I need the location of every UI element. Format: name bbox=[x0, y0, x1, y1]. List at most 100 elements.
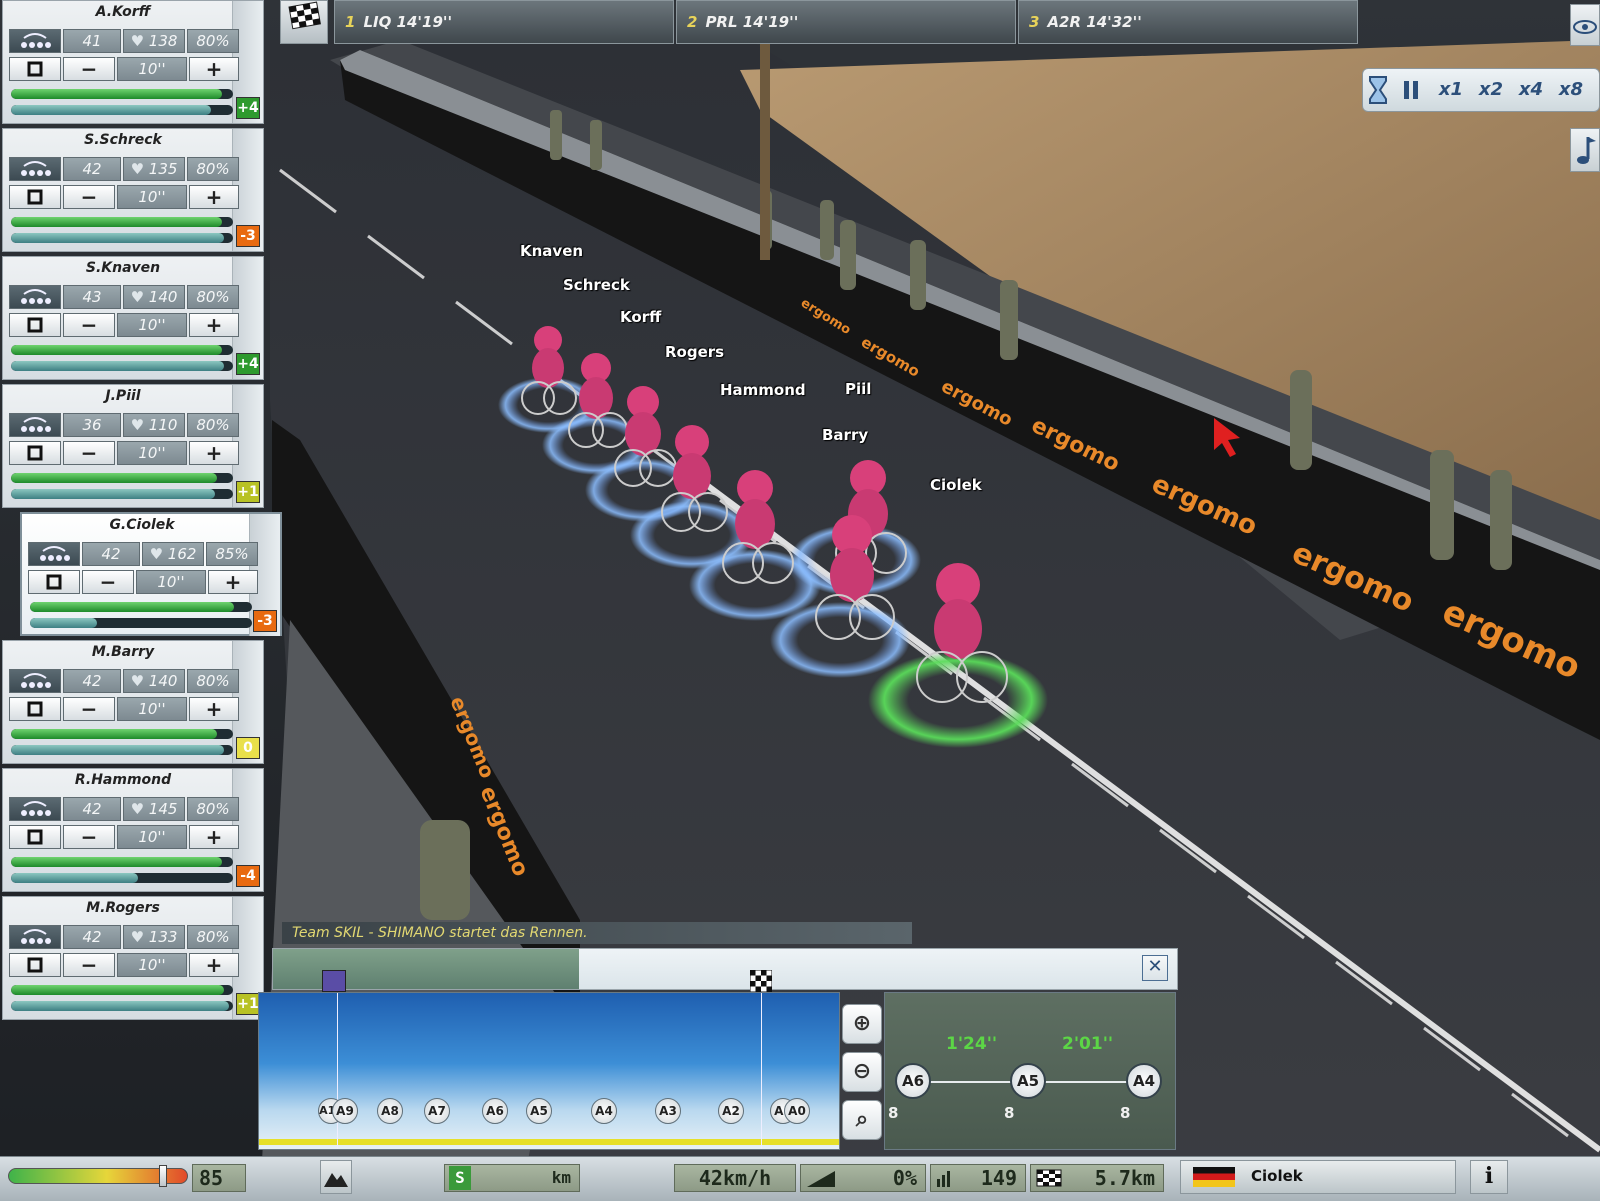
stage-profile-graph[interactable] bbox=[258, 992, 840, 1150]
team-formation-icon bbox=[21, 673, 51, 688]
rider-label-schreck: Schreck bbox=[563, 276, 630, 294]
checkpoint-a8[interactable]: A8 bbox=[377, 1098, 403, 1124]
heart-rate-cell: ♥ 140 bbox=[123, 285, 185, 309]
increase-button[interactable]: + bbox=[189, 57, 239, 81]
speed-x1-button[interactable]: x1 bbox=[1432, 70, 1470, 110]
checkpoint-a3[interactable]: A3 bbox=[655, 1098, 681, 1124]
pause-button[interactable] bbox=[1392, 70, 1430, 110]
form-badge: +1 bbox=[236, 993, 260, 1015]
speed-x8-button[interactable]: x8 bbox=[1552, 70, 1590, 110]
checkpoint-a7[interactable]: A7 bbox=[424, 1098, 450, 1124]
formation-button[interactable] bbox=[9, 157, 61, 181]
heart-rate-cell: ♥ 110 bbox=[123, 413, 185, 437]
percent-icon: % bbox=[215, 416, 230, 434]
speed-x2-button[interactable]: x2 bbox=[1472, 70, 1510, 110]
formation-button[interactable] bbox=[9, 413, 61, 437]
effort-cell: 80% bbox=[187, 157, 239, 181]
gap-node-a4[interactable]: A4 bbox=[1126, 1063, 1162, 1099]
stamina-bar-fill bbox=[11, 473, 218, 483]
formation-button[interactable] bbox=[9, 925, 61, 949]
decrease-button[interactable]: − bbox=[82, 570, 134, 594]
rider-stat-value: 42 bbox=[63, 925, 121, 949]
rider-card[interactable]: G.Ciolek 42 ♥ 162 85% −10'' + -3 bbox=[20, 512, 282, 636]
minus-icon: − bbox=[80, 57, 98, 81]
decrease-button[interactable]: − bbox=[63, 441, 115, 465]
profile-tab-active[interactable] bbox=[273, 949, 579, 989]
standing-3: 3 A2R 14'32'' bbox=[1018, 0, 1358, 44]
rider-card[interactable]: M.Rogers 42 ♥ 133 80% −10'' + +1 bbox=[2, 896, 264, 1020]
finish-flag-button[interactable] bbox=[280, 0, 328, 44]
zoom-reset-button[interactable]: ⌕ bbox=[842, 1100, 882, 1140]
increase-button[interactable]: + bbox=[189, 441, 239, 465]
energy-bar bbox=[11, 361, 233, 371]
rider-name: A.Korff bbox=[95, 4, 151, 20]
info-button[interactable]: i bbox=[1470, 1160, 1508, 1194]
gap-node-a5[interactable]: A5 bbox=[1010, 1063, 1046, 1099]
rider-card[interactable]: S.Schreck 42 ♥ 135 80% −10'' + -3 bbox=[2, 128, 264, 252]
effort-slider[interactable] bbox=[8, 1165, 188, 1187]
energy-bar-fill bbox=[11, 105, 211, 115]
checkpoint-a4[interactable]: A4 bbox=[591, 1098, 617, 1124]
decrease-button[interactable]: − bbox=[63, 57, 115, 81]
formation-button[interactable] bbox=[28, 542, 80, 566]
rider-label-barry: Barry bbox=[822, 426, 869, 444]
rider-card[interactable]: J.Piil 36 ♥ 110 80% −10'' + +1 bbox=[2, 384, 264, 508]
increase-button[interactable]: + bbox=[189, 825, 239, 849]
rider-name: S.Schreck bbox=[84, 132, 162, 148]
decrease-button[interactable]: − bbox=[63, 185, 115, 209]
stop-button[interactable] bbox=[9, 953, 61, 977]
elevation-view-button[interactable] bbox=[320, 1160, 352, 1194]
germany-flag-icon bbox=[1193, 1167, 1235, 1187]
checkpoint-a6[interactable]: A6 bbox=[482, 1098, 508, 1124]
rider-card[interactable]: R.Hammond 42 ♥ 145 80% −10'' + -4 bbox=[2, 768, 264, 892]
rider-card[interactable]: M.Barry 42 ♥ 140 80% −10'' +0 bbox=[2, 640, 264, 764]
gap-node-a6[interactable]: A6 bbox=[895, 1063, 931, 1099]
formation-button[interactable] bbox=[9, 29, 61, 53]
rider-label-ciolek: Ciolek bbox=[930, 476, 982, 494]
stop-button[interactable] bbox=[9, 697, 61, 721]
stop-button[interactable] bbox=[9, 313, 61, 337]
zoom-in-button[interactable]: ⊕ bbox=[842, 1004, 882, 1044]
increase-button[interactable]: + bbox=[208, 570, 258, 594]
rider-label-knaven: Knaven bbox=[520, 242, 584, 260]
checkpoint-a0[interactable]: A0 bbox=[784, 1098, 810, 1124]
decrease-button[interactable]: − bbox=[63, 825, 115, 849]
increase-button[interactable]: + bbox=[189, 697, 239, 721]
stop-icon bbox=[27, 189, 43, 205]
plus-icon: + bbox=[205, 313, 223, 337]
decrease-button[interactable]: − bbox=[63, 313, 115, 337]
increase-button[interactable]: + bbox=[189, 185, 239, 209]
decrease-button[interactable]: − bbox=[63, 697, 115, 721]
selected-rider-box[interactable]: Ciolek bbox=[1180, 1160, 1456, 1194]
checkpoint-a9[interactable]: A9 bbox=[332, 1098, 358, 1124]
increase-button[interactable]: + bbox=[189, 953, 239, 977]
increase-button[interactable]: + bbox=[189, 313, 239, 337]
form-badge: -4 bbox=[236, 865, 260, 887]
zoom-out-button[interactable]: ⊖ bbox=[842, 1052, 882, 1092]
camera-view-button[interactable] bbox=[1570, 4, 1600, 46]
stamina-bar-fill bbox=[11, 857, 222, 867]
rider-name: G.Ciolek bbox=[109, 517, 175, 533]
stop-button[interactable] bbox=[9, 441, 61, 465]
finish-marker-icon bbox=[749, 969, 773, 993]
close-profile-button[interactable]: ✕ bbox=[1142, 955, 1168, 981]
rider-card[interactable]: A.Korff 41 ♥ 138 80% −10'' + +4 bbox=[2, 0, 264, 124]
formation-button[interactable] bbox=[9, 285, 61, 309]
formation-button[interactable] bbox=[9, 797, 61, 821]
speed-x4-button[interactable]: x4 bbox=[1512, 70, 1550, 110]
checkpoint-a2[interactable]: A2 bbox=[718, 1098, 744, 1124]
finish-position-marker bbox=[761, 993, 762, 1149]
rider-card[interactable]: S.Knaven 43 ♥ 140 80% −10'' + +4 bbox=[2, 256, 264, 380]
stop-button[interactable] bbox=[9, 57, 61, 81]
checkpoint-a5[interactable]: A5 bbox=[526, 1098, 552, 1124]
stop-button[interactable] bbox=[28, 570, 80, 594]
decrease-button[interactable]: − bbox=[63, 953, 115, 977]
formation-button[interactable] bbox=[9, 669, 61, 693]
stop-icon bbox=[27, 957, 43, 973]
effort-slider-handle[interactable] bbox=[159, 1165, 167, 1187]
form-badge: -3 bbox=[236, 225, 260, 247]
stop-button[interactable] bbox=[9, 185, 61, 209]
stop-button[interactable] bbox=[9, 825, 61, 849]
energy-bar-fill bbox=[11, 1001, 229, 1011]
music-button[interactable] bbox=[1570, 128, 1600, 172]
